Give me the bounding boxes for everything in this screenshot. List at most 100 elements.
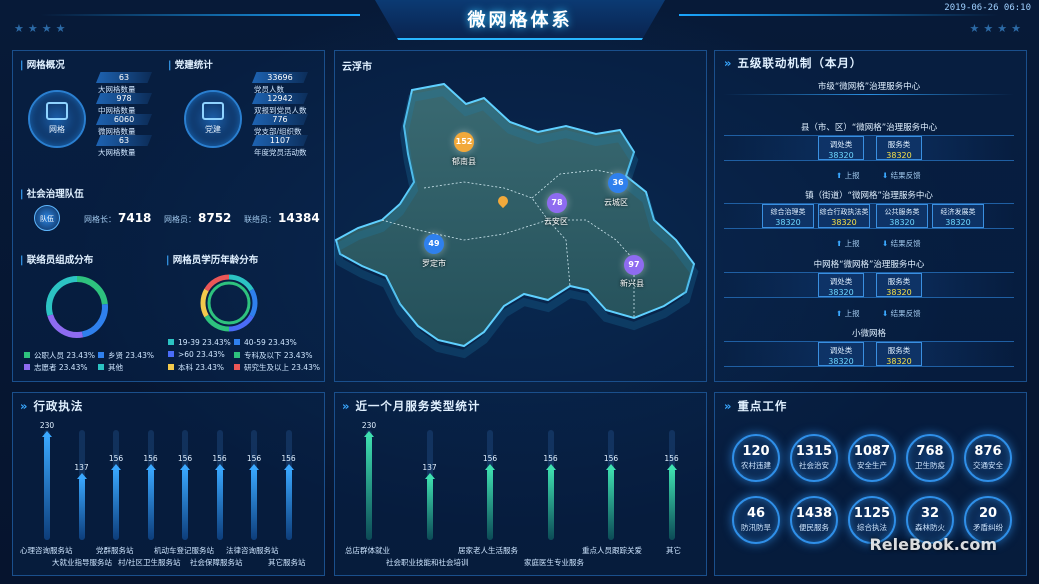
bar-arrow-icon — [364, 431, 374, 437]
map-marker-yunan-district[interactable]: 78 — [547, 193, 567, 213]
key-work-item-0[interactable]: 120 农村违建 — [732, 434, 780, 482]
bar-2[interactable] — [487, 468, 493, 540]
bar-1[interactable] — [426, 477, 433, 540]
star-decoration-right: ★★★★ — [969, 22, 1025, 35]
town-box-0[interactable]: 综合治理类 38320 — [762, 204, 814, 228]
grid-label-3: 大网格数量 — [98, 148, 136, 157]
small-mediation-box[interactable]: 调处类 38320 — [818, 342, 864, 366]
town-flow-feedback: ⬇ 结果反馈 — [882, 239, 921, 248]
map-label-xinxing: 新兴县 — [620, 279, 644, 288]
key-work-item-2[interactable]: 1087 安全生产 — [848, 434, 896, 482]
bar-category-r1-0: 心理咨询服务站 — [20, 546, 73, 555]
medium-service-box[interactable]: 服务类 38320 — [876, 273, 922, 297]
bar-0[interactable] — [366, 435, 372, 540]
bar-value-5: 156 — [664, 454, 679, 463]
grid_staff_distribution-legend-2: >60 23.43% — [168, 350, 225, 359]
donut-slice-3 — [46, 276, 78, 317]
level-medium-grid: 中网格“微网格”治理服务中心 — [813, 260, 925, 270]
small-service-box[interactable]: 服务类 38320 — [876, 342, 922, 366]
bar-7[interactable] — [285, 468, 292, 540]
bar-5[interactable] — [668, 468, 675, 540]
county-flow-report: ⬆ 上报 — [836, 171, 860, 180]
mech-divider-1 — [724, 94, 1014, 95]
town-box-1[interactable]: 综合行政执法类 38320 — [818, 204, 870, 228]
grid-value-0: 63 — [96, 72, 152, 83]
key-work-item-5[interactable]: 46 防汛防旱 — [732, 496, 780, 544]
bar-0[interactable] — [44, 435, 50, 540]
team-item-grid-member: 网格员： 8752 — [164, 211, 232, 225]
liaison_composition-legend-1: 乡贤 23.43% — [98, 350, 154, 361]
bar-value-2: 156 — [108, 454, 124, 463]
county-band — [724, 135, 1014, 161]
map-label-yuncheng: 云城区 — [604, 198, 628, 207]
team-icon: 队伍 — [34, 205, 60, 231]
key-work-item-4[interactable]: 876 交通安全 — [964, 434, 1012, 482]
bar-4[interactable] — [182, 468, 188, 540]
legend-swatch — [168, 364, 174, 370]
party-value-3: 1107 — [252, 135, 308, 146]
grid-value-2: 6060 — [96, 114, 152, 125]
donut-slice-2 — [47, 314, 84, 338]
legend-swatch — [234, 352, 240, 358]
bar-value-0: 230 — [361, 421, 377, 430]
bar-arrow-icon — [111, 464, 121, 470]
map-marker-luoding[interactable]: 49 — [424, 234, 444, 254]
bar-category-r1-1: 党群服务站 — [96, 546, 134, 555]
page-title: 微网格体系 — [467, 10, 573, 31]
small-band — [724, 341, 1014, 367]
map-label-yunan: 郁南县 — [452, 157, 476, 166]
grid-overview-title: 网格概况 — [20, 57, 65, 71]
donut-inner-ring — [207, 281, 251, 325]
legend-swatch — [168, 351, 174, 357]
town-flow-report: ⬆ 上报 — [836, 239, 860, 248]
bar-arrow-icon — [283, 464, 294, 470]
admin-enforcement-title: » 行政执法 — [20, 399, 84, 413]
bar-value-7: 156 — [281, 454, 296, 463]
bar-category-r1-3: 其它 — [666, 546, 681, 555]
legend-swatch — [98, 352, 104, 358]
bar-5[interactable] — [216, 468, 223, 540]
town-box-3[interactable]: 经济发展类 38320 — [932, 204, 984, 228]
donut-slice-0 — [76, 276, 108, 305]
governance-team-title: 社会治理队伍 — [20, 186, 84, 200]
bar-arrow-icon — [145, 464, 156, 470]
bar-2[interactable] — [113, 468, 119, 540]
party-stats-title: 党建统计 — [168, 57, 213, 71]
liaison-donut-chart — [46, 276, 108, 338]
medium-band — [724, 272, 1014, 298]
bar-category-r2-1: 家庭医生专业服务 — [524, 558, 584, 567]
key-work-item-3[interactable]: 768 卫生防疫 — [906, 434, 954, 482]
county-service-box[interactable]: 服务类 38320 — [876, 136, 922, 160]
bar-category-r1-1: 居家老人生活服务 — [458, 546, 518, 555]
bar-value-3: 156 — [143, 454, 158, 463]
grid-value-3: 63 — [96, 135, 152, 146]
liaison-composition-title: 联络员组成分布 — [20, 252, 94, 266]
header-line-right — [679, 14, 999, 16]
key-work-item-1[interactable]: 1315 社会治安 — [790, 434, 838, 482]
medium-mediation-box[interactable]: 调处类 38320 — [818, 273, 864, 297]
grid-staff-distribution-title: 网格员学历年龄分布 — [166, 252, 259, 266]
key-work-item-6[interactable]: 1438 便民服务 — [790, 496, 838, 544]
grid_staff_distribution-legend-5: 研究生及以上 23.43% — [234, 362, 320, 373]
donut-slice-1 — [249, 288, 258, 318]
header-line-left — [40, 14, 360, 16]
county-mediation-box[interactable]: 调处类 38320 — [818, 136, 864, 160]
map-marker-yuncheng[interactable]: 36 — [608, 173, 628, 193]
level-town: 镇（街道）“微网格”治理服务中心 — [805, 191, 933, 201]
bar-value-4: 156 — [177, 454, 193, 463]
bar-3[interactable] — [547, 468, 554, 540]
bar-1[interactable] — [78, 477, 85, 540]
bar-arrow-icon — [485, 464, 495, 470]
team-item-liaison: 联络员： 14384 — [244, 211, 320, 225]
bar-6[interactable] — [251, 468, 257, 540]
county-flow-feedback: ⬇ 结果反馈 — [882, 171, 921, 180]
bar-value-0: 230 — [39, 421, 55, 430]
bar-category-r2-3: 其它服务站 — [268, 558, 306, 567]
grid-icon: 网格 — [28, 90, 86, 148]
map-marker-xinxing[interactable]: 97 — [624, 255, 644, 275]
bar-arrow-icon — [424, 473, 435, 479]
town-box-2[interactable]: 公共服务类 38320 — [876, 204, 928, 228]
bar-4[interactable] — [608, 468, 614, 540]
map-marker-yunan[interactable]: 152 — [454, 132, 474, 152]
bar-3[interactable] — [147, 468, 154, 540]
